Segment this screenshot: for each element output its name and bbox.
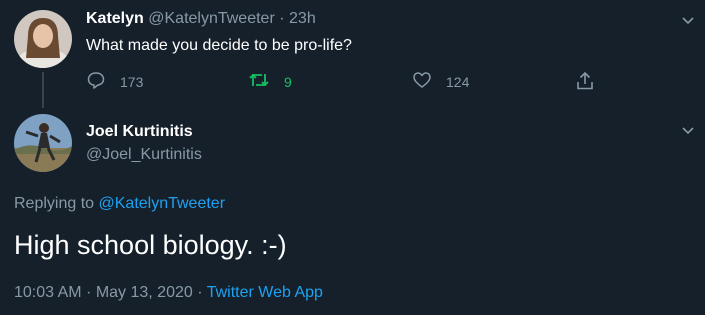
parent-time-ago[interactable]: 23h [289,10,316,27]
retweet-icon [248,70,270,93]
tweet-meta-line: 10:03 AM · May 13, 2020 · Twitter Web Ap… [14,284,323,302]
main-author-name[interactable]: Joel Kurtinitis [86,123,193,141]
share-icon [574,70,596,95]
like-action[interactable]: 124 [412,70,469,93]
parent-author-name[interactable]: Katelyn [86,10,144,27]
main-menu-chevron-down-icon[interactable] [680,122,696,138]
replying-to-prefix: Replying to [14,195,95,212]
main-avatar[interactable] [14,114,72,172]
retweet-count: 9 [284,73,292,90]
reply-count: 173 [120,73,144,90]
tweet-source-link[interactable]: Twitter Web App [207,284,323,301]
replying-to-handle-link[interactable]: @KatelynTweeter [99,195,226,212]
parent-author-handle[interactable]: @KatelynTweeter [148,10,275,27]
reply-icon [86,70,106,93]
heart-icon [412,70,432,93]
reply-action[interactable]: 173 [86,70,143,93]
main-author-handle[interactable]: @Joel_Kurtinitis [86,146,202,164]
parent-menu-chevron-down-icon[interactable] [680,12,696,28]
meta-separator: · [197,284,203,301]
main-tweet-text: High school biology. :-) [14,230,287,260]
share-action[interactable] [574,70,596,95]
tweet-timestamp[interactable]: 10:03 AM · May 13, 2020 [14,284,193,301]
thread-connector-line [42,72,44,108]
parent-tweet-text: What made you decide to be pro-life? [86,37,352,54]
like-count: 124 [446,73,470,90]
parent-avatar[interactable] [14,10,72,68]
replying-to-line: Replying to @KatelynTweeter [14,195,225,213]
header-separator: · [279,10,285,27]
parent-tweet-header: Katelyn @KatelynTweeter · 23h [86,10,316,28]
retweet-action[interactable]: 9 [248,70,292,93]
